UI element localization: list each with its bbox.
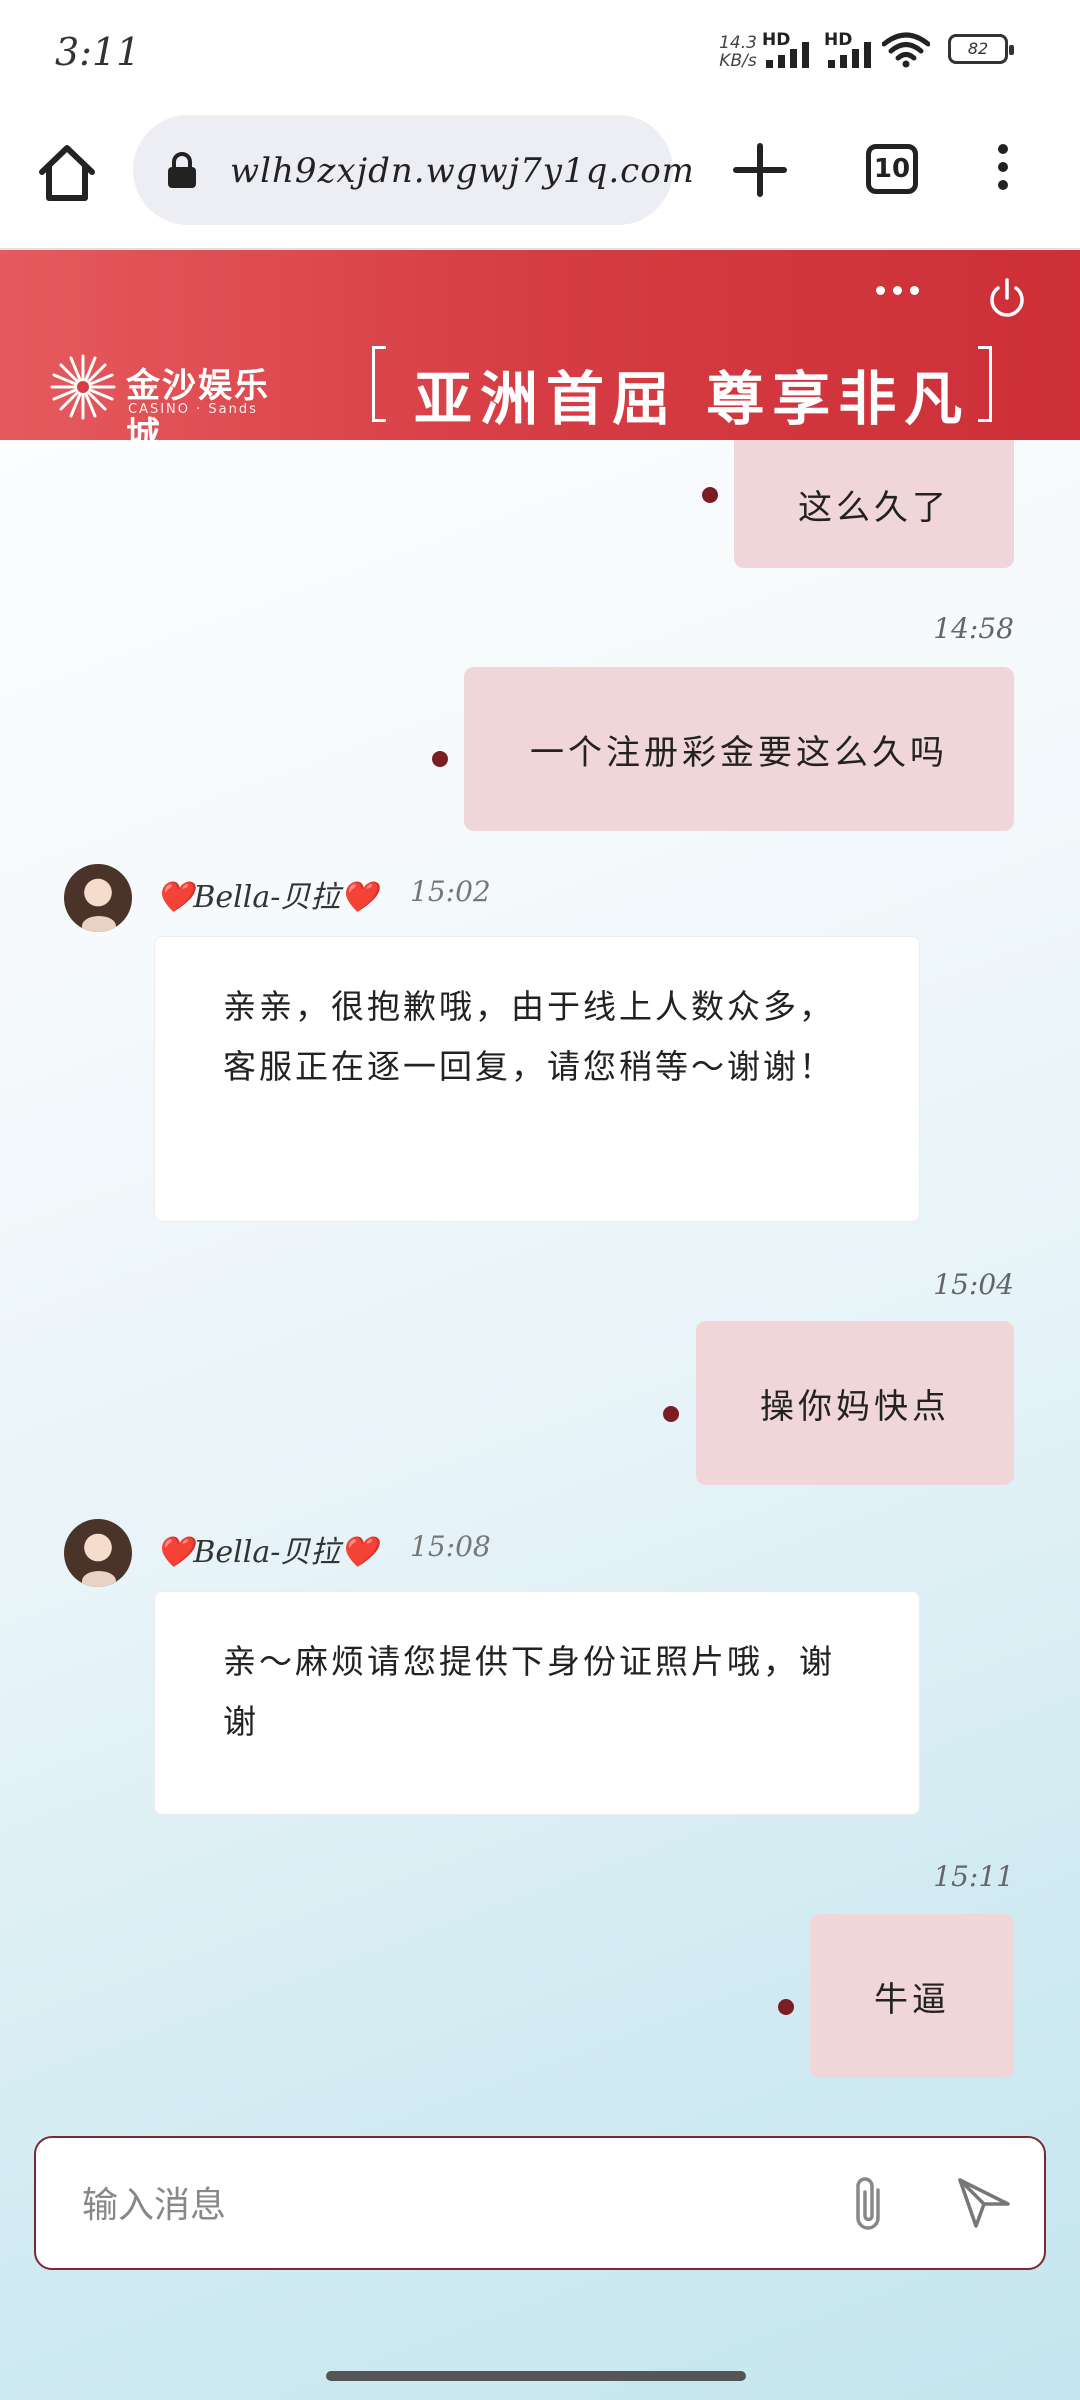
url-text[interactable]: wlh9zxjdn.wgwj7y1q.com [230,151,695,191]
brand-logo: 金沙娱乐城 CASINO · Sands [50,350,280,455]
chat-area[interactable]: 这么久了 14:58 一个注册彩金要这么久吗 ❤️Bella-贝拉❤️ 15:0… [0,440,1080,2120]
site-header: 金沙娱乐城 CASINO · Sands 亚洲首屈 尊享非凡 [0,250,1080,455]
agent-name: ❤️Bella-贝拉❤️ [156,880,378,915]
avatar[interactable] [64,864,132,932]
battery-level: 82 [967,39,989,58]
avatar[interactable] [64,1519,132,1587]
message-bubble-outgoing[interactable]: 一个注册彩金要这么久吗 [464,667,1014,831]
status-bar: 3:11 14.3 KB/s HD HD 82 [0,0,1080,110]
gesture-navigation-bar[interactable] [326,2371,746,2381]
status-time: 3:11 [55,30,141,74]
network-speed: 14.3 KB/s [718,34,758,70]
read-indicator-dot [702,487,718,503]
message-bubble-incoming[interactable]: 亲～麻烦请您提供下身份证照片哦，谢谢 [154,1591,920,1815]
plus-icon[interactable] [728,138,792,202]
brand-subtitle: CASINO · Sands [128,402,258,417]
browser-toolbar: wlh9zxjdn.wgwj7y1q.com 10 [0,110,1080,250]
message-time: 15:04 [933,1268,1014,1301]
tab-switcher-button[interactable]: 10 [866,144,918,194]
message-time: 15:08 [410,1530,491,1563]
wifi-icon [882,32,930,68]
battery-icon: 82 [948,34,1014,64]
message-input[interactable] [80,2174,824,2236]
message-bubble-outgoing[interactable]: 牛逼 [810,1914,1014,2078]
read-indicator-dot [432,751,448,767]
home-icon[interactable] [32,138,102,208]
message-bubble-outgoing[interactable]: 操你妈快点 [696,1321,1014,1485]
message-bubble-outgoing[interactable]: 这么久了 [734,440,1014,568]
more-horizontal-icon[interactable] [876,278,924,302]
message-time: 15:11 [933,1860,1014,1893]
network-speed-value: 14.3 [719,33,757,53]
bracket-right [978,346,992,422]
url-bar[interactable]: wlh9zxjdn.wgwj7y1q.com [133,115,694,225]
signal-icon-sim2: HD [822,30,882,70]
read-indicator-dot [778,1999,794,2015]
paperclip-icon[interactable] [844,2172,892,2236]
agent-name: ❤️Bella-贝拉❤️ [156,1535,378,1570]
slogan-text: 亚洲首屈 尊享非凡 [414,365,971,433]
sun-burst-logo-icon [50,354,116,420]
send-icon[interactable] [956,2174,1012,2230]
network-speed-unit: KB/s [719,51,757,71]
bracket-left [372,346,386,422]
more-vertical-icon[interactable] [988,144,1018,198]
lock-icon [168,152,196,188]
message-bubble-incoming[interactable]: 亲亲，很抱歉哦，由于线上人数众多，客服正在逐一回复，请您稍等～谢谢！ [154,936,920,1222]
message-time: 14:58 [933,612,1014,645]
message-input-bar [34,2136,1046,2270]
power-icon[interactable] [984,276,1030,322]
message-time: 15:02 [410,875,491,908]
signal-icon-sim1: HD [760,30,820,70]
read-indicator-dot [663,1406,679,1422]
